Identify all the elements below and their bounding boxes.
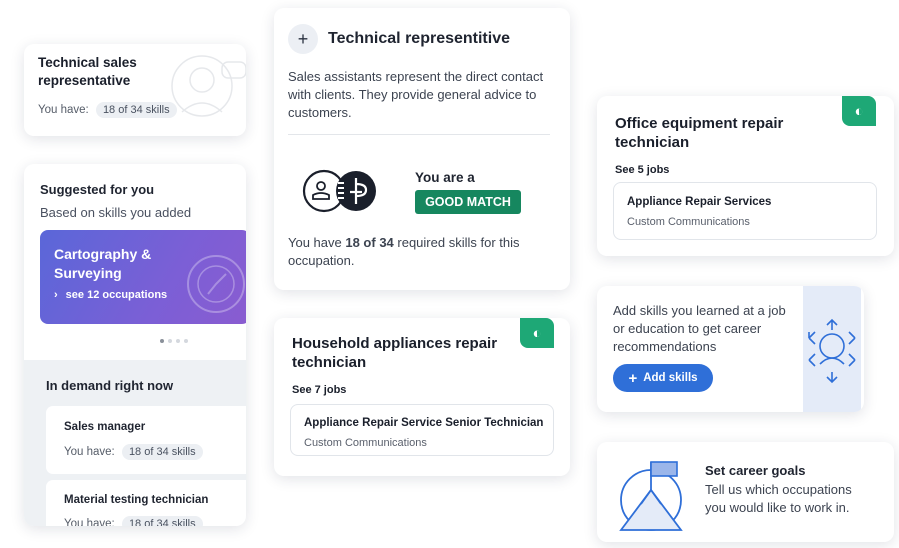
carousel-dot-active[interactable] bbox=[160, 339, 164, 343]
add-occupation-button[interactable]: + bbox=[288, 24, 318, 54]
skills-count: 18 of 34 bbox=[345, 235, 394, 250]
suggested-panel: Suggested for you Based on skills you ad… bbox=[24, 164, 246, 526]
plus-icon: + bbox=[628, 369, 638, 387]
career-goals-card[interactable]: Set career goals Tell us which occupatio… bbox=[597, 442, 894, 542]
in-demand-title: In demand right now bbox=[46, 378, 174, 393]
skills-count-badge: 18 of 34 skills bbox=[121, 516, 203, 526]
occupation-jobs-card-office[interactable]: ◐ Office equipment repair technician See… bbox=[597, 96, 894, 256]
required-skills-text: You have 18 of 34 required skills for th… bbox=[288, 234, 556, 270]
suggested-title: Suggested for you bbox=[40, 182, 155, 197]
add-skills-button-label: Add skills bbox=[643, 372, 698, 384]
job-title: Appliance Repair Services bbox=[627, 196, 772, 208]
skills-summary: You have: 18 of 34 skills bbox=[64, 516, 203, 526]
job-company: Custom Communications bbox=[627, 216, 750, 228]
add-skills-card: Add skills you learned at a job or educa… bbox=[597, 286, 864, 412]
career-goals-title: Set career goals bbox=[705, 463, 806, 478]
demand-item-material-testing[interactable]: Material testing technician You have: 18… bbox=[46, 480, 246, 526]
carousel-dot[interactable] bbox=[176, 339, 180, 343]
occupation-card-technical-sales[interactable]: Technical sales representative You have:… bbox=[24, 44, 246, 136]
compass-icon bbox=[187, 255, 245, 313]
profile-scan-illustration bbox=[803, 286, 861, 412]
you-have-label: You have: bbox=[38, 104, 89, 116]
skills-count-badge: 18 of 34 skills bbox=[121, 444, 203, 460]
money-icon: ◐ bbox=[520, 318, 554, 348]
carousel-dot[interactable] bbox=[184, 339, 188, 343]
occupation-detail-card: + Technical representitive Sales assista… bbox=[274, 8, 570, 290]
demand-item-title: Material testing technician bbox=[64, 494, 209, 506]
job-company: Custom Communications bbox=[304, 437, 427, 449]
money-icon: ◐ bbox=[842, 96, 876, 126]
in-demand-section: In demand right now Sales manager You ha… bbox=[24, 360, 246, 526]
occupation-jobs-card-household[interactable]: ◐ Household appliances repair technician… bbox=[274, 318, 570, 476]
you-have-label: You have: bbox=[64, 518, 115, 526]
carousel-dots[interactable] bbox=[160, 339, 188, 343]
tile-link[interactable]: › see 12 occupations bbox=[54, 289, 167, 301]
occupation-title: Household appliances repair technician bbox=[292, 335, 498, 371]
add-skills-button[interactable]: + Add skills bbox=[613, 364, 713, 392]
occupation-description: Sales assistants represent the direct co… bbox=[288, 69, 544, 120]
demand-item-title: Sales manager bbox=[64, 421, 146, 433]
plus-icon: + bbox=[297, 29, 309, 49]
occupation-title: Technical sales representative bbox=[38, 55, 137, 88]
you-have-label: You have: bbox=[64, 446, 115, 458]
chevron-right-icon: › bbox=[54, 289, 58, 301]
good-match-badge: GOOD MATCH bbox=[415, 190, 521, 214]
tile-link-label: see 12 occupations bbox=[65, 289, 168, 301]
skills-summary: You have: 18 of 34 skills bbox=[38, 102, 177, 118]
match-icon bbox=[302, 169, 376, 213]
profile-scan-icon bbox=[808, 318, 856, 384]
tile-title: Cartography & Surveying bbox=[54, 246, 152, 281]
skills-count-badge: 18 of 34 skills bbox=[95, 102, 177, 118]
skills-text-pre: You have bbox=[288, 235, 346, 250]
person-headset-icon bbox=[171, 55, 246, 117]
job-title: Appliance Repair Service Senior Technici… bbox=[304, 417, 544, 429]
mountain-flag-icon bbox=[619, 461, 683, 531]
occupation-title: Office equipment repair technician bbox=[615, 115, 784, 151]
see-jobs-link[interactable]: See 7 jobs bbox=[292, 384, 346, 396]
divider bbox=[288, 134, 550, 135]
job-listing[interactable]: Appliance Repair Services Custom Communi… bbox=[613, 182, 877, 240]
demand-item-sales-manager[interactable]: Sales manager You have: 18 of 34 skills bbox=[46, 406, 246, 474]
career-goals-text: Tell us which occupations you would like… bbox=[705, 482, 852, 515]
suggested-subtitle: Based on skills you added bbox=[40, 205, 192, 220]
carousel-dot[interactable] bbox=[168, 339, 172, 343]
suggested-tile[interactable]: Cartography & Surveying › see 12 occupati… bbox=[40, 230, 246, 324]
occupation-title: Technical representitive bbox=[328, 30, 510, 47]
job-listing[interactable]: Appliance Repair Service Senior Technici… bbox=[290, 404, 554, 456]
skills-summary: You have: 18 of 34 skills bbox=[64, 444, 203, 460]
you-are-label: You are a bbox=[415, 170, 475, 185]
add-skills-text: Add skills you learned at a job or educa… bbox=[613, 303, 786, 354]
see-jobs-link[interactable]: See 5 jobs bbox=[615, 164, 669, 176]
